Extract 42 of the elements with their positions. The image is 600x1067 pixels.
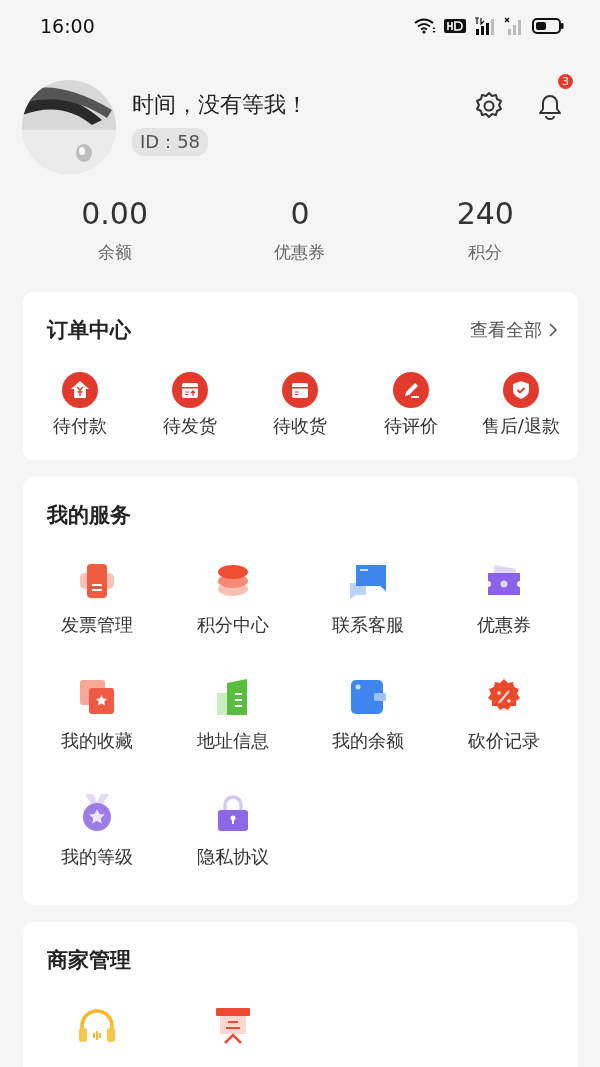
order-status-label[interactable]: 待发货	[163, 414, 218, 438]
section-title: 商家管理	[47, 947, 131, 974]
notification-badge: 3	[558, 74, 573, 89]
service-label[interactable]: 优惠券	[477, 613, 532, 637]
settings-icon[interactable]	[474, 91, 504, 121]
status-time: 16:00	[40, 15, 95, 37]
house-icon[interactable]	[62, 372, 99, 408]
order-status-label[interactable]: 待评价	[383, 414, 438, 438]
service-label[interactable]: 隐私协议	[196, 845, 269, 869]
service-label[interactable]: 地址信息	[196, 729, 269, 753]
box-icon[interactable]	[282, 372, 319, 408]
stat-label: 积分	[468, 241, 503, 264]
user-name: 时间，没有等我！	[132, 91, 308, 119]
signal-icon	[504, 17, 524, 35]
wifi-icon	[414, 18, 436, 34]
service-label[interactable]: 我的等级	[60, 845, 133, 869]
section-title: 订单中心	[47, 317, 131, 344]
wallet-icon[interactable]	[348, 677, 389, 717]
order-status-label[interactable]: 待收货	[273, 414, 328, 438]
service-label[interactable]: 砍价记录	[468, 729, 541, 753]
section-title: 我的服务	[47, 502, 131, 529]
chevron-right-icon	[548, 322, 558, 338]
service-label[interactable]: 我的余额	[332, 729, 405, 753]
hd-icon	[444, 18, 466, 34]
order-status-label[interactable]: 待付款	[53, 414, 108, 438]
pencil-icon[interactable]	[392, 372, 429, 408]
box-icon[interactable]	[172, 372, 209, 408]
stat-value: 0	[290, 196, 310, 231]
order-status-label[interactable]: 售后/退款	[481, 414, 560, 438]
service-label[interactable]: 发票管理	[60, 613, 133, 637]
user-id-tag: ID：58	[132, 128, 209, 156]
battery-icon	[532, 18, 564, 34]
shield-icon[interactable]	[502, 372, 539, 408]
stat-label: 优惠券	[274, 241, 326, 264]
service-label[interactable]: 积分中心	[196, 613, 269, 637]
service-label[interactable]: 我的收藏	[60, 729, 133, 753]
view-all-link[interactable]: 查看全部	[470, 318, 558, 342]
signal-icon	[474, 17, 496, 35]
stat-value: 0.00	[81, 196, 149, 231]
service-label[interactable]: 联系客服	[332, 613, 405, 637]
stat-label: 余额	[97, 241, 132, 264]
stat-value: 240	[456, 196, 514, 231]
